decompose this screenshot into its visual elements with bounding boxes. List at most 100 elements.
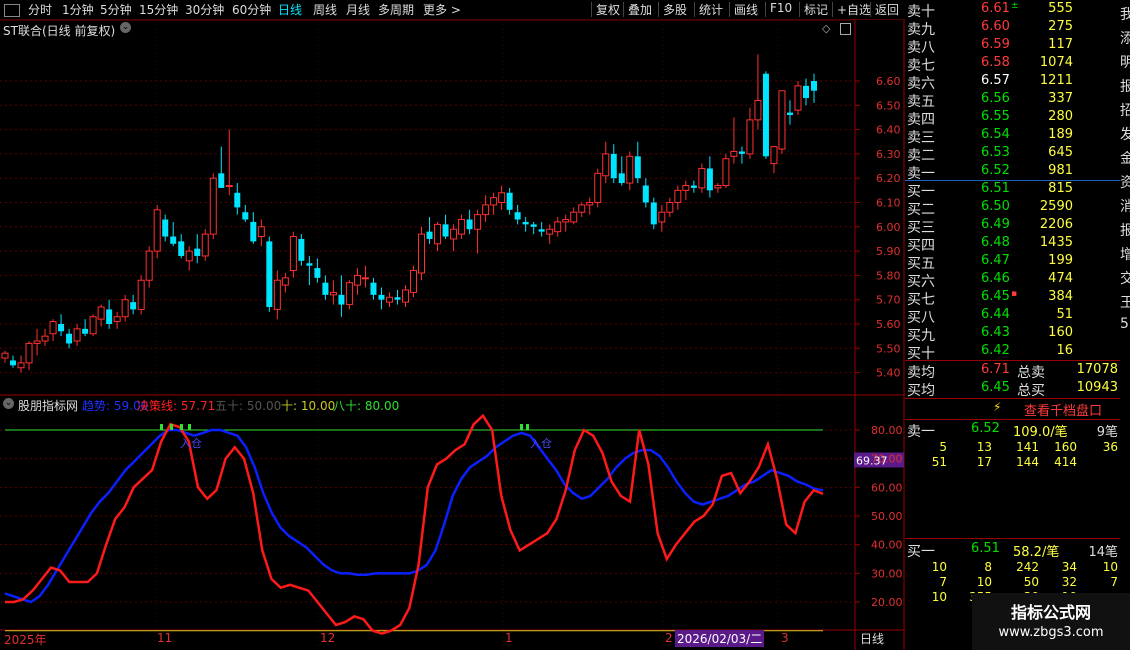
- period-tab-10[interactable]: 更多 >: [423, 1, 461, 18]
- ask-label: 卖五: [907, 94, 935, 110]
- bid-row[interactable]: 买十 6.42 16: [905, 343, 1120, 362]
- ask-volume: 189: [1048, 127, 1073, 142]
- toolbar-action-5[interactable]: F10: [770, 1, 792, 15]
- ask-row[interactable]: 卖十 6.61 ±555: [905, 1, 1120, 20]
- ask-row[interactable]: 卖四 6.55 280: [905, 109, 1120, 128]
- period-tab-0[interactable]: 分时: [28, 1, 52, 18]
- period-tab-7[interactable]: 周线: [313, 1, 337, 18]
- kline-chart-area[interactable]: 入仓 入仓 6.60 6.50 6.40 6.30 6.20 6.10 6.00 5.90 5.8…: [0, 0, 905, 650]
- buy1-detail-cell: 7: [939, 575, 947, 589]
- period-toolbar: 分时 1分钟 5分钟 15分钟 30分钟 60分钟 日线 周线 月线 多周期 更多 > 复权 叠加 多股统…: [0, 0, 905, 20]
- candle-body-up: [778, 90, 786, 150]
- candle-body-down: [426, 231, 433, 239]
- view-1000-button[interactable]: ⚡ 查看千档盘口: [905, 400, 1120, 419]
- period-tab-5[interactable]: 60分钟: [232, 1, 271, 18]
- ask-row[interactable]: 卖五 6.56 337: [905, 91, 1120, 110]
- sell1-detail-row[interactable]: 51 17 144 414: [905, 455, 1120, 473]
- bid-volume: 1435: [1039, 235, 1073, 250]
- buy1-detail-cell: 7: [1110, 575, 1118, 589]
- period-tab-9[interactable]: 多周期: [378, 1, 414, 18]
- side-strip-char: 资: [1120, 175, 1130, 191]
- ask-row[interactable]: 卖三 6.54 189: [905, 127, 1120, 146]
- toolbar-action-8[interactable]: 返回: [875, 1, 899, 18]
- period-tab-3[interactable]: 15分钟: [139, 1, 178, 18]
- ask-row[interactable]: 卖七 6.58 1074: [905, 55, 1120, 74]
- candle-body-down: [170, 236, 177, 244]
- bid-label: 买四: [907, 238, 935, 254]
- period-tab-4[interactable]: 30分钟: [185, 1, 224, 18]
- candle-body-up: [25, 342, 33, 364]
- period-tab-8[interactable]: 月线: [346, 1, 370, 18]
- period-tab-6[interactable]: 日线: [278, 1, 302, 18]
- summary-row[interactable]: 买均 6.45 总买 10943: [905, 380, 1120, 399]
- price-tick-label: 6.60: [876, 75, 901, 88]
- candle-body-down: [506, 192, 513, 210]
- summary-row[interactable]: 卖均 6.71 总卖 17078: [905, 362, 1120, 381]
- candle-body-up: [273, 279, 281, 310]
- side-strip-char: 报: [1120, 223, 1130, 239]
- buy1-detail-cell: 34: [1061, 560, 1077, 574]
- bid-row[interactable]: 买三 6.49 2206: [905, 217, 1120, 236]
- legend-item-1: 决策线: 57.71: [137, 399, 216, 413]
- bid-volume: 51: [1056, 307, 1073, 322]
- side-strip-char: 王: [1120, 295, 1130, 311]
- price-tick-label: 6.20: [876, 172, 901, 185]
- side-strip-char: 招: [1120, 103, 1130, 119]
- candle-body-up: [794, 85, 802, 111]
- bid-label: 买一: [907, 184, 935, 200]
- bid-row[interactable]: 买一 6.51 815: [905, 181, 1120, 200]
- chevron-down-icon[interactable]: ⌄: [3, 398, 14, 409]
- indicator-tick-label: 50.00: [871, 510, 903, 523]
- ask-price: 6.61: [981, 1, 1010, 16]
- toolbar-action-0[interactable]: 复权: [596, 1, 620, 18]
- layout-grid-icon[interactable]: [4, 4, 20, 17]
- candlestick-series: [1, 54, 818, 373]
- sell1-detail-cell: 17: [976, 455, 992, 469]
- bid-row[interactable]: 买七 6.45 ▪ 384: [905, 289, 1120, 308]
- ask-row[interactable]: 卖九 6.60 275: [905, 19, 1120, 38]
- bid-label: 买七: [907, 292, 935, 308]
- toolbar-action-2[interactable]: 多股: [663, 1, 687, 18]
- time-axis-label: 12: [320, 631, 336, 645]
- toolbar-action-7[interactable]: +自选: [837, 1, 871, 18]
- bid-row[interactable]: 买四 6.48 1435: [905, 235, 1120, 254]
- candle-body-up: [714, 184, 722, 189]
- toolbar-action-4[interactable]: 画线: [734, 1, 758, 18]
- diamond-icon[interactable]: ◇: [822, 22, 830, 35]
- bid-row[interactable]: 买六 6.46 474: [905, 271, 1120, 290]
- bid-row[interactable]: 买二 6.50 2590: [905, 199, 1120, 218]
- watermark-title: 指标公式网: [1010, 603, 1091, 622]
- candle-body-up: [345, 282, 353, 306]
- candle-body-up: [89, 316, 97, 335]
- ask-row[interactable]: 卖一 6.52 981: [905, 163, 1120, 182]
- legend-item-2: 五十: 50.00: [215, 399, 282, 413]
- period-tab-2[interactable]: 5分钟: [100, 1, 132, 18]
- bid-row[interactable]: 买八 6.44 51: [905, 307, 1120, 326]
- window-toggle-icon[interactable]: [840, 23, 851, 35]
- bid-label: 买三: [907, 220, 935, 236]
- indicator-tick-label: 80.00: [871, 424, 903, 437]
- candle-body-up: [361, 277, 369, 280]
- ask-row[interactable]: 卖二 6.53 645: [905, 145, 1120, 164]
- ask-price: 6.55: [981, 109, 1010, 124]
- watermark-url: www.zbgs3.com: [998, 625, 1104, 640]
- ask-row[interactable]: 卖六 6.57 1211: [905, 73, 1120, 92]
- ask-volume: 1211: [1039, 73, 1073, 88]
- toolbar-action-1[interactable]: 叠加: [628, 1, 652, 18]
- candle-body-down: [538, 229, 545, 232]
- bid-row[interactable]: 买九 6.43 160: [905, 325, 1120, 344]
- candle-body-down: [130, 302, 137, 310]
- buy1-detail-cell: 242: [1016, 560, 1039, 574]
- toolbar-action-6[interactable]: 标记: [804, 1, 828, 18]
- ask-row[interactable]: 卖八 6.59 117: [905, 37, 1120, 56]
- bid-row[interactable]: 买五 6.47 199: [905, 253, 1120, 272]
- buy1-header[interactable]: 买一 6.51 58.2/笔 14笔: [905, 541, 1120, 560]
- candle-body-up: [353, 274, 361, 286]
- toolbar-action-3[interactable]: 统计: [699, 1, 723, 18]
- sell1-header[interactable]: 卖一 6.52 109.0/笔 9笔: [905, 421, 1120, 440]
- time-axis-label: 2025年: [4, 633, 47, 647]
- period-tab-1[interactable]: 1分钟: [62, 1, 94, 18]
- candle-body-down: [178, 241, 185, 256]
- chevron-down-icon[interactable]: ⌄: [120, 22, 131, 33]
- price-tick-label: 6.10: [876, 197, 901, 210]
